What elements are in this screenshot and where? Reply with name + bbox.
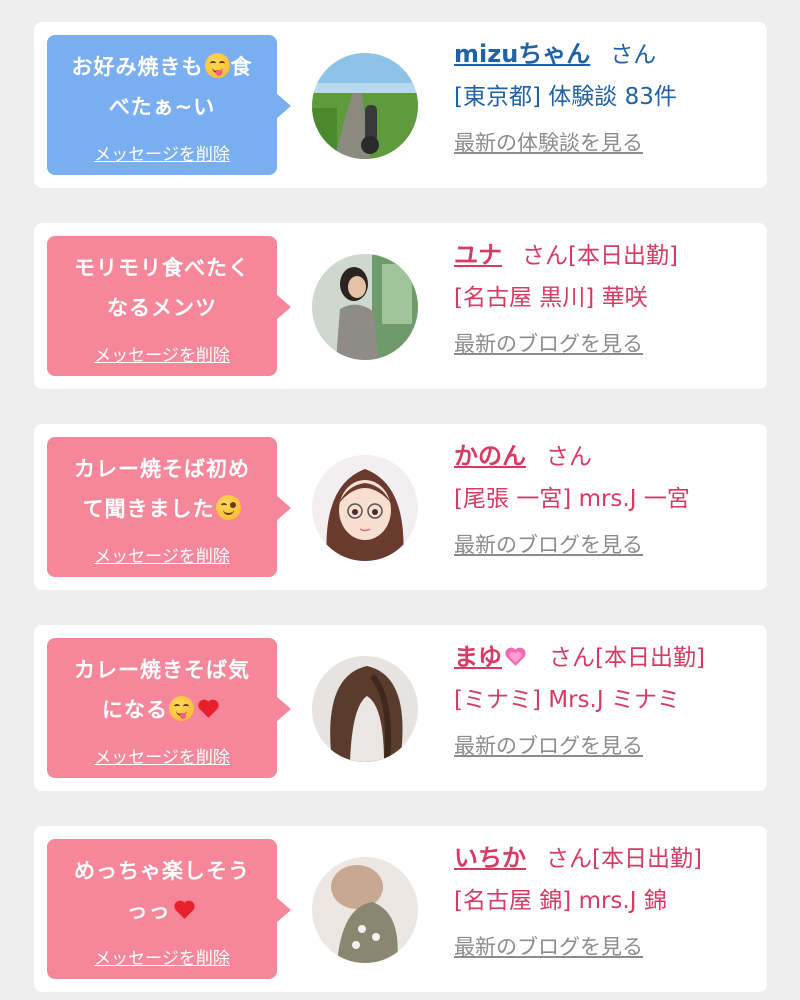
honorific: さん — [610, 42, 657, 68]
user-info: まゆ さん[本日出勤] [ミナミ] Mrs.J ミナミ 最新のブログを見る — [454, 639, 754, 760]
message-bubble: お好み焼きも食 べたぁ~い メッセージを削除 — [47, 35, 291, 175]
location-text: [名古屋 錦] mrs.J 錦 — [454, 888, 667, 914]
honorific: さん — [546, 444, 592, 470]
name-line: かのん さん — [454, 438, 754, 475]
delete-message-link[interactable]: メッセージを削除 — [47, 140, 277, 165]
yum-face-icon — [204, 53, 230, 78]
wink-face-icon — [215, 495, 241, 520]
user-info: いちか さん[本日出勤] [名古屋 錦] mrs.J 錦 最新のブログを見る — [454, 840, 754, 961]
user-name-link[interactable]: いちか — [454, 844, 526, 872]
message-text: カレー焼きそば気 になる — [74, 658, 250, 722]
message-card: カレー焼きそば気 になる メッセージを削除 まゆ さん[本日出勤] [ミナミ] M… — [34, 625, 767, 791]
user-info: mizuちゃん さん [東京都] 体験談 83件 最新の体験談を見る — [454, 36, 754, 157]
yum-face-icon — [169, 696, 194, 721]
honorific: さん[本日出勤] — [522, 243, 678, 269]
location-text: [尾張 一宮] mrs.J 一宮 — [454, 486, 690, 512]
delete-message-link[interactable]: メッセージを削除 — [47, 944, 277, 969]
hair-photo-avatar[interactable] — [312, 656, 418, 762]
blurred-photo-avatar[interactable] — [312, 857, 418, 963]
name-line: いちか さん[本日出勤] — [454, 840, 754, 877]
latest-post-link[interactable]: 最新のブログを見る — [454, 931, 643, 961]
user-name-link[interactable]: まゆ — [454, 643, 502, 671]
message-card: お好み焼きも食 べたぁ~い メッセージを削除 mizuちゃん さん [東京都] 体… — [34, 22, 767, 188]
name-line: mizuちゃん さん — [454, 36, 754, 73]
message-bubble: モリモリ食べたく なるメンツ メッセージを削除 — [47, 236, 291, 376]
latest-post-link[interactable]: 最新の体験談を見る — [454, 127, 643, 157]
message-bubble: めっちゃ楽しそう っっ メッセージを削除 — [47, 839, 291, 979]
message-bubble: カレー焼きそば気 になる メッセージを削除 — [47, 638, 291, 778]
location-text: [東京都] 体験談 83件 — [454, 84, 677, 110]
delete-message-link[interactable]: メッセージを削除 — [47, 341, 277, 366]
red-heart-icon — [172, 897, 197, 922]
red-heart-icon — [196, 696, 221, 721]
road-photo-avatar[interactable] — [312, 53, 418, 159]
delete-message-link[interactable]: メッセージを削除 — [47, 743, 277, 768]
latest-post-link[interactable]: 最新のブログを見る — [454, 730, 643, 760]
message-card: めっちゃ楽しそう っっ メッセージを削除 いちか さん[本日出勤] [名古屋 錦]… — [34, 826, 767, 992]
message-bubble: カレー焼そば初め て聞きました メッセージを削除 — [47, 437, 291, 577]
honorific: さん[本日出勤] — [546, 846, 702, 872]
sparkling-heart-icon — [503, 644, 528, 669]
message-text: モリモリ食べたく なるメンツ — [74, 256, 250, 320]
location-text: [ミナミ] Mrs.J ミナミ — [454, 687, 680, 713]
name-line: まゆ さん[本日出勤] — [454, 639, 754, 676]
message-text: カレー焼そば初め て聞きました — [74, 457, 250, 521]
user-info: ユナ さん[本日出勤] [名古屋 黒川] 華咲 最新のブログを見る — [454, 237, 754, 358]
message-text: お好み焼きも食 べたぁ~い — [71, 53, 253, 119]
name-line: ユナ さん[本日出勤] — [454, 237, 754, 274]
delete-message-link[interactable]: メッセージを削除 — [47, 542, 277, 567]
user-name-link[interactable]: ユナ — [454, 241, 502, 269]
user-name-link[interactable]: かのん — [454, 442, 526, 470]
message-text: めっちゃ楽しそう っっ — [74, 859, 250, 923]
user-name-link[interactable]: mizuちゃん — [454, 40, 590, 68]
woman-photo-avatar[interactable] — [312, 254, 418, 360]
honorific: さん[本日出勤] — [549, 645, 705, 671]
message-card: モリモリ食べたく なるメンツ メッセージを削除 ユナ さん[本日出勤] [名古屋 … — [34, 223, 767, 389]
anime-girl-avatar[interactable] — [312, 455, 418, 561]
latest-post-link[interactable]: 最新のブログを見る — [454, 529, 643, 559]
message-card: カレー焼そば初め て聞きました メッセージを削除 かのん さん [尾張 一宮] m… — [34, 424, 767, 590]
user-info: かのん さん [尾張 一宮] mrs.J 一宮 最新のブログを見る — [454, 438, 754, 559]
latest-post-link[interactable]: 最新のブログを見る — [454, 328, 643, 358]
location-text: [名古屋 黒川] 華咲 — [454, 285, 648, 311]
